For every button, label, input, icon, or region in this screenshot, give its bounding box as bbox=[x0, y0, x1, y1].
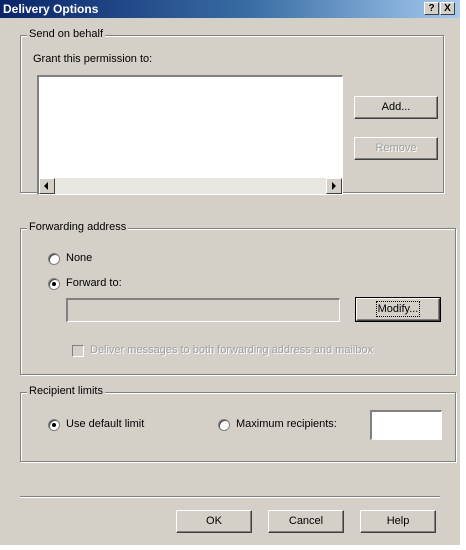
help-button-label: Help bbox=[386, 515, 410, 527]
help-title-button[interactable]: ? bbox=[424, 2, 439, 15]
window-title: Delivery Options bbox=[3, 2, 99, 16]
help-button[interactable]: Help bbox=[360, 510, 436, 533]
use-default-limit-label[interactable]: Use default limit bbox=[66, 418, 144, 430]
footer-separator bbox=[20, 496, 440, 498]
ok-button[interactable]: OK bbox=[176, 510, 252, 533]
deliver-both-checkbox[interactable] bbox=[72, 345, 84, 357]
maximum-recipients-radio[interactable] bbox=[218, 419, 230, 431]
forward-to-field[interactable] bbox=[66, 298, 340, 322]
permission-list[interactable] bbox=[37, 75, 343, 195]
arrow-right-icon bbox=[332, 182, 336, 190]
deliver-both-label[interactable]: Deliver messages to both forwarding addr… bbox=[90, 344, 373, 356]
forwarding-address-legend: Forwarding address bbox=[27, 221, 129, 233]
forward-to-radio[interactable] bbox=[48, 278, 60, 290]
send-on-behalf-legend: Send on behalf bbox=[27, 28, 106, 40]
scroll-right-button[interactable] bbox=[326, 178, 342, 194]
close-title-button[interactable]: X bbox=[440, 2, 455, 15]
scroll-left-button[interactable] bbox=[39, 178, 55, 194]
grant-permission-label: Grant this permission to: bbox=[33, 53, 153, 65]
add-button[interactable]: Add... bbox=[354, 96, 438, 119]
forward-to-label[interactable]: Forward to: bbox=[66, 277, 122, 289]
recipient-limits-legend: Recipient limits bbox=[27, 385, 105, 397]
forwarding-none-label[interactable]: None bbox=[66, 252, 92, 264]
arrow-left-icon bbox=[44, 182, 48, 190]
cancel-button-label: Cancel bbox=[288, 515, 324, 527]
maximum-recipients-field[interactable] bbox=[370, 410, 442, 440]
forwarding-none-radio[interactable] bbox=[48, 253, 60, 265]
maximum-recipients-label[interactable]: Maximum recipients: bbox=[236, 418, 337, 430]
modify-button-label: Modify... bbox=[375, 301, 421, 317]
cancel-button[interactable]: Cancel bbox=[268, 510, 344, 533]
delivery-options-dialog: Delivery Options ? X Send on behalf Gran… bbox=[0, 0, 460, 545]
modify-button[interactable]: Modify... bbox=[355, 297, 441, 322]
remove-button-label: Remove bbox=[375, 142, 417, 154]
use-default-limit-radio[interactable] bbox=[48, 419, 60, 431]
ok-button-label: OK bbox=[206, 515, 222, 527]
horizontal-scrollbar[interactable] bbox=[39, 178, 342, 194]
title-bar: Delivery Options ? X bbox=[0, 0, 460, 18]
remove-button[interactable]: Remove bbox=[354, 137, 438, 160]
add-button-label: Add... bbox=[381, 101, 411, 113]
